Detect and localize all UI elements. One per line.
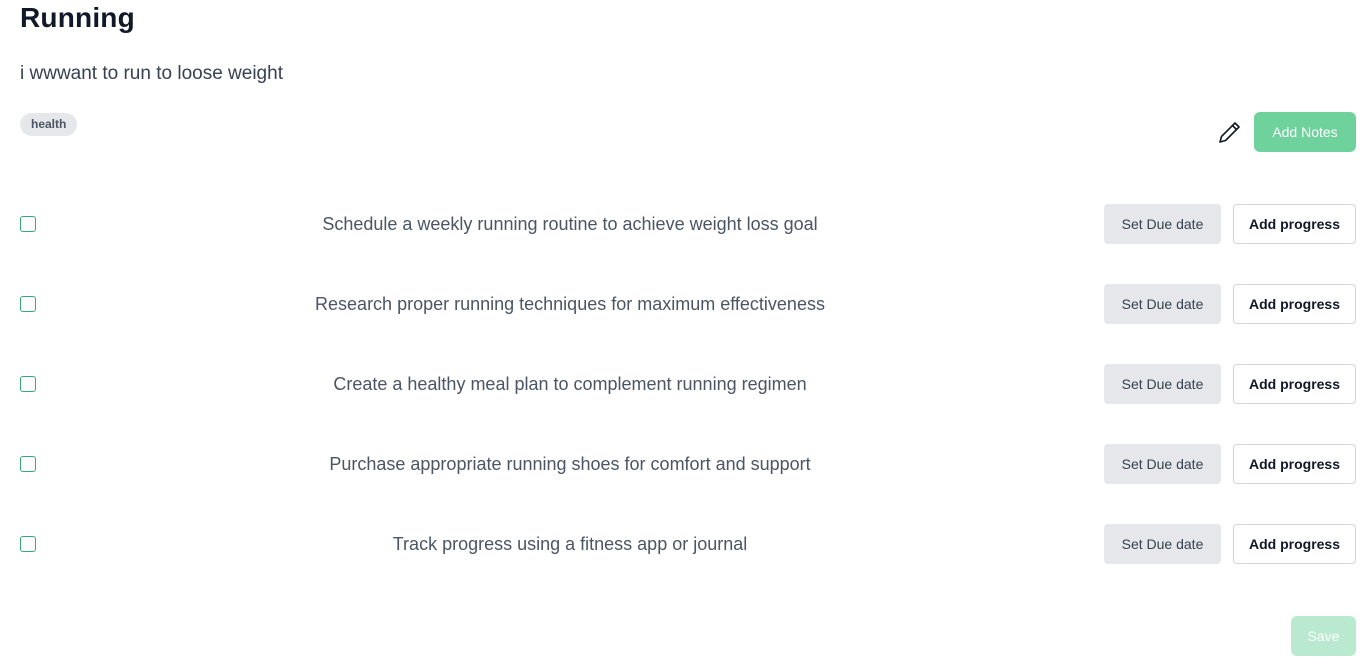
task-text: Create a healthy meal plan to complement… (333, 374, 807, 394)
set-due-date-button[interactable]: Set Due date (1104, 444, 1221, 484)
add-progress-button[interactable]: Add progress (1233, 524, 1356, 564)
task-row: Track progress using a fitness app or jo… (0, 524, 1368, 564)
set-due-date-button[interactable]: Set Due date (1104, 204, 1221, 244)
add-progress-button[interactable]: Add progress (1233, 284, 1356, 324)
task-row: Purchase appropriate running shoes for c… (0, 444, 1368, 484)
set-due-date-button[interactable]: Set Due date (1104, 524, 1221, 564)
task-checkbox[interactable] (20, 216, 36, 232)
task-checkbox[interactable] (20, 296, 36, 312)
task-text: Research proper running techniques for m… (315, 294, 825, 314)
task-checkbox[interactable] (20, 536, 36, 552)
task-row: Research proper running techniques for m… (0, 284, 1368, 324)
task-text: Purchase appropriate running shoes for c… (329, 454, 811, 474)
page-title: Running (20, 2, 135, 33)
task-text: Schedule a weekly running routine to ach… (322, 214, 818, 234)
task-text: Track progress using a fitness app or jo… (392, 534, 748, 554)
add-progress-button[interactable]: Add progress (1233, 364, 1356, 404)
save-button[interactable]: Save (1291, 616, 1356, 656)
task-row: Schedule a weekly running routine to ach… (0, 204, 1368, 244)
set-due-date-button[interactable]: Set Due date (1104, 364, 1221, 404)
add-notes-button[interactable]: Add Notes (1254, 112, 1356, 152)
set-due-date-button[interactable]: Set Due date (1104, 284, 1221, 324)
task-checkbox[interactable] (20, 456, 36, 472)
pencil-icon[interactable] (1216, 119, 1244, 147)
task-row: Create a healthy meal plan to complement… (0, 364, 1368, 404)
goal-description: i wwwant to run to loose weight (20, 63, 283, 84)
tag-badge[interactable]: health (20, 113, 78, 136)
add-progress-button[interactable]: Add progress (1233, 444, 1356, 484)
task-checkbox[interactable] (20, 376, 36, 392)
add-progress-button[interactable]: Add progress (1233, 204, 1356, 244)
